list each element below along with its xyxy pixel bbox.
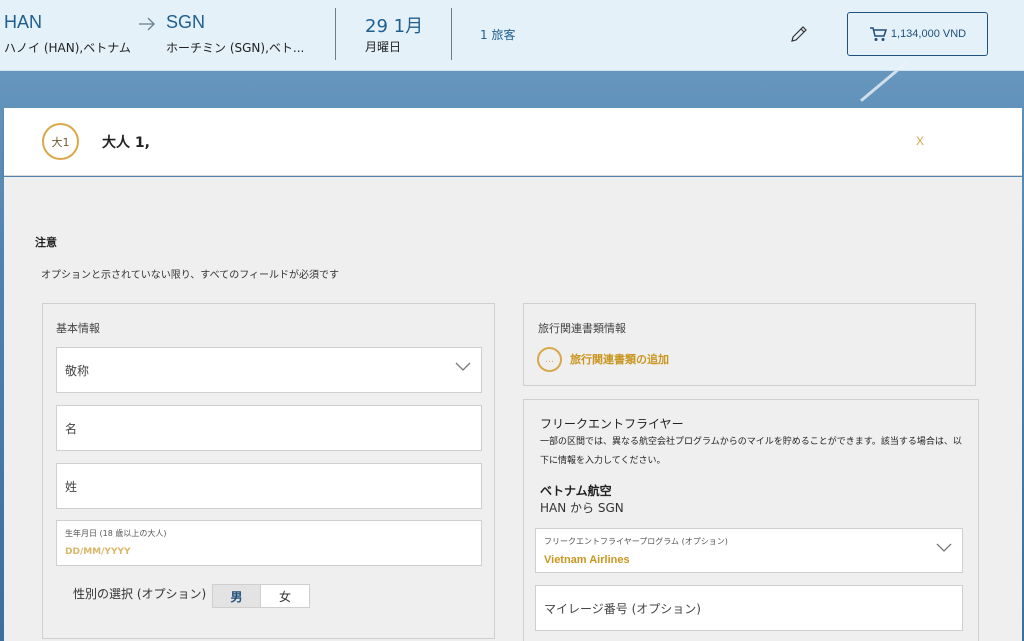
cart-icon <box>869 27 887 41</box>
close-button[interactable]: X <box>916 134 924 148</box>
notice-title: 注意 <box>35 236 57 249</box>
divider <box>451 8 452 60</box>
arrow-right-icon <box>139 17 155 31</box>
dob-placeholder: DD/MM/YYYY <box>65 547 131 557</box>
gender-female-toggle[interactable]: 女 <box>260 584 310 608</box>
departure-weekday: 月曜日 <box>365 40 402 54</box>
passenger-badge: 大1 <box>42 123 79 160</box>
passenger-form: 注意 オプションと示されていない限り、すべてのフィールドが必須です 基本情報 敬… <box>4 177 1022 641</box>
add-document-icon[interactable]: … <box>537 347 562 372</box>
flight-route: HAN から SGN <box>540 501 624 515</box>
ff-program-value: Vietnam Airlines <box>544 554 630 566</box>
first-name-field[interactable]: 名 <box>56 405 482 451</box>
salutation-select[interactable]: 敬称 <box>56 347 482 393</box>
salutation-label: 敬称 <box>65 364 90 378</box>
destination-name: ホーチミン (SGN),ベト... <box>166 41 305 55</box>
last-name-field[interactable]: 姓 <box>56 463 482 509</box>
destination-code: SGN <box>166 12 206 32</box>
airline-name: ベトナム航空 <box>540 484 612 498</box>
origin-code: HAN <box>4 12 43 32</box>
basic-info-title: 基本情報 <box>56 322 100 335</box>
travel-docs-section: 旅行関連書類情報 <box>523 303 976 386</box>
origin-name: ハノイ (HAN),ベトナム <box>4 41 131 55</box>
divider <box>335 8 336 60</box>
cart-total-button[interactable]: 1,134,000 VND <box>847 12 988 56</box>
mileage-number-placeholder: マイレージ番号 (オプション) <box>544 602 701 616</box>
notice-text: オプションと示されていない限り、すべてのフィールドが必須です <box>41 270 339 281</box>
passenger-title: 大人 1, <box>102 135 150 151</box>
pencil-icon[interactable] <box>789 24 809 44</box>
frequent-flyer-description: 一部の区間では、異なる航空会社プログラムからのマイルを貯めることができます。該当… <box>540 437 962 466</box>
dob-label: 生年月日 (18 歳以上の大人) <box>65 529 167 538</box>
ff-program-label: フリークエントフライヤープログラム (オプション) <box>544 537 728 546</box>
last-name-placeholder: 姓 <box>65 480 78 494</box>
gender-label: 性別の選択 (オプション) <box>73 587 207 601</box>
chevron-down-icon <box>936 543 952 552</box>
frequent-flyer-title: フリークエントフライヤー <box>540 417 684 431</box>
cart-total-label: 1,134,000 VND <box>890 28 967 40</box>
trip-summary-header: HAN ハノイ (HAN),ベトナム SGN ホーチミン (SGN),ベト...… <box>0 0 1024 71</box>
traveler-count[interactable]: 1 旅客 <box>480 26 515 43</box>
ff-program-select[interactable]: フリークエントフライヤープログラム (オプション) Vietnam Airlin… <box>535 528 963 573</box>
mileage-number-field[interactable]: マイレージ番号 (オプション) <box>535 585 963 631</box>
first-name-placeholder: 名 <box>65 422 78 436</box>
gender-male-toggle[interactable]: 男 <box>212 584 261 608</box>
add-document-link[interactable]: 旅行関連書類の追加 <box>570 351 669 367</box>
passenger-bar: 大1 大人 1, X <box>4 108 1022 176</box>
chevron-down-icon <box>455 362 471 371</box>
date-of-birth-field[interactable]: 生年月日 (18 歳以上の大人) DD/MM/YYYY <box>56 520 482 566</box>
departure-date: 29 1月 <box>365 16 424 37</box>
travel-docs-title: 旅行関連書類情報 <box>538 322 626 335</box>
